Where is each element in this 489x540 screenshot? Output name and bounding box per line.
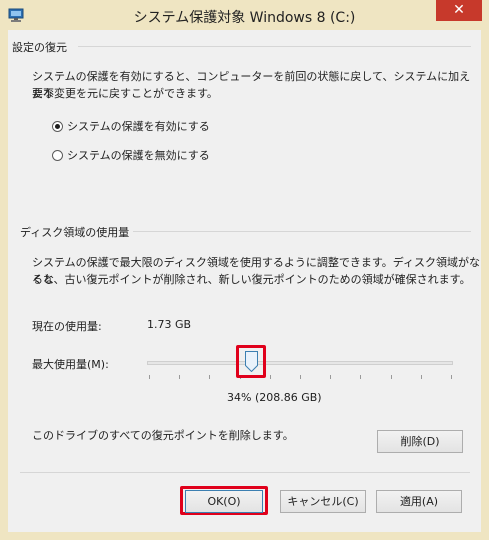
slider-tick xyxy=(209,375,211,379)
delete-button[interactable]: 削除(D) xyxy=(377,430,463,453)
window-title: システム保護対象 Windows 8 (C:) xyxy=(133,10,356,26)
slider-tick xyxy=(149,375,150,379)
radio-button-unchecked[interactable] xyxy=(52,149,63,161)
radio-enable-protection[interactable]: システムの保護を有効にする xyxy=(52,118,210,134)
group-label-disk: ディスク領域の使用量 xyxy=(20,224,134,240)
restore-description-line2: 要な変更を元に戻すことができます。 xyxy=(32,87,218,100)
slider-tick xyxy=(179,375,181,379)
close-button[interactable]: ✕ xyxy=(436,0,482,21)
current-usage-value: 1.73 GB xyxy=(147,318,192,331)
title-bar[interactable]: システム保護対象 Windows 8 (C:) ✕ xyxy=(0,0,489,30)
slider-tick xyxy=(330,375,332,379)
cancel-button[interactable]: キャンセル(C) xyxy=(280,490,366,513)
group-label-restore: 設定の復元 xyxy=(12,39,71,55)
slider-tick xyxy=(451,375,452,379)
disk-description-line2: ると、古い復元ポイントが削除され、新しい復元ポイントのための領域が確保されます。 xyxy=(32,273,471,286)
group-divider-restore xyxy=(78,46,471,47)
group-divider-disk xyxy=(126,231,471,232)
radio-button-checked[interactable] xyxy=(52,120,63,132)
slider-tick xyxy=(269,375,271,379)
dialog-body: 設定の復元 システムの保護を有効にすると、コンピューターを前回の状態に戻して、シ… xyxy=(8,30,481,532)
slider-tick xyxy=(390,375,392,379)
slider-thumb[interactable] xyxy=(244,351,258,372)
footer-separator xyxy=(20,472,470,473)
current-usage-label: 現在の使用量: xyxy=(32,320,102,333)
apply-button[interactable]: 適用(A) xyxy=(376,490,462,513)
slider-tick xyxy=(360,375,362,379)
slider-tick xyxy=(420,375,422,379)
radio-disable-protection[interactable]: システムの保護を無効にする xyxy=(52,147,210,163)
system-protection-window: システム保護対象 Windows 8 (C:) ✕ 設定の復元 システムの保護を… xyxy=(0,0,489,540)
max-usage-slider-track[interactable] xyxy=(147,361,453,365)
radio-disable-label: システムの保護を無効にする xyxy=(67,149,210,162)
radio-enable-label: システムの保護を有効にする xyxy=(67,120,210,133)
ok-button[interactable]: OK(O) xyxy=(185,490,263,513)
max-usage-readout: 34% (208.86 GB) xyxy=(227,391,322,404)
max-usage-label: 最大使用量(M): xyxy=(32,358,109,371)
close-icon: ✕ xyxy=(453,2,465,18)
delete-description: このドライブのすべての復元ポイントを削除します。 xyxy=(32,429,294,442)
slider-tick xyxy=(300,375,301,379)
